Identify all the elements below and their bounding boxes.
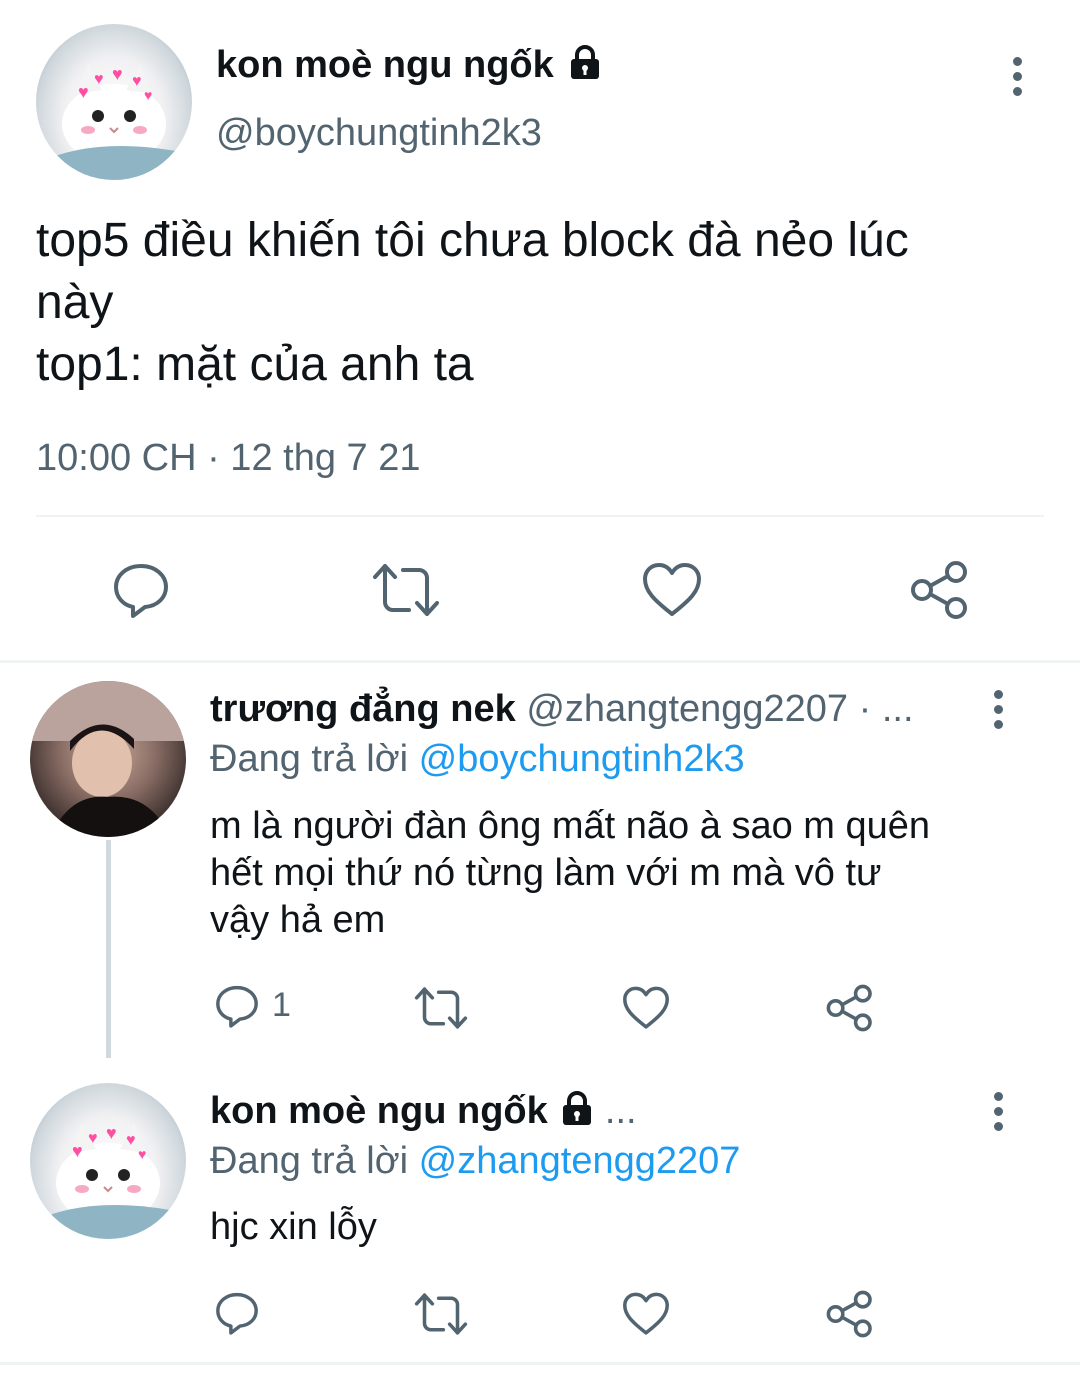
divider [0,1362,1080,1365]
svg-text:♥: ♥ [106,1123,117,1143]
reply1-display-name[interactable]: trương đẳng nek [210,688,516,730]
svg-text:♥: ♥ [138,1146,146,1162]
cat-avatar-icon: ♥ ♥ ♥ ♥ ♥ [36,64,192,180]
svg-text:♥: ♥ [94,71,104,88]
svg-text:♥: ♥ [88,1130,98,1147]
svg-text:♥: ♥ [144,87,152,103]
reply1-more-options-icon[interactable] [991,690,1005,735]
reply2-text: hjc xin lỗy [210,1206,377,1248]
more-options-icon[interactable] [1010,57,1024,102]
reply2-header: kon moè ngu ngốk ... [210,1090,637,1132]
reply1-replying-to: Đang trả lời @boychungtinh2k3 [210,738,745,780]
reply2-mention-link[interactable]: @zhangtengg2207 [419,1140,741,1182]
reply1-reply-count: 1 [272,986,291,1024]
cat-avatar-icon: ♥ ♥ ♥ ♥ ♥ [30,1123,186,1239]
person-avatar-icon [30,681,186,837]
share-icon[interactable] [826,1290,874,1338]
reply1-mention-link[interactable]: @boychungtinh2k3 [419,738,745,780]
svg-text:♥: ♥ [132,73,142,90]
reply2-more-options-icon[interactable] [991,1092,1005,1137]
lock-icon [571,45,600,79]
lock-icon [563,1091,592,1125]
like-icon[interactable] [622,1292,670,1336]
thread-line [106,840,111,1058]
main-avatar[interactable]: ♥ ♥ ♥ ♥ ♥ [36,24,192,180]
reply1-avatar[interactable] [30,681,186,837]
svg-text:♥: ♥ [78,82,89,102]
like-icon[interactable] [622,986,670,1030]
svg-text:♥: ♥ [126,1132,136,1149]
divider [0,660,1080,663]
reply-icon[interactable] [214,983,260,1029]
reply1-text: m là người đàn ông mất não à sao m quên … [210,805,931,941]
main-handle[interactable]: @boychungtinh2k3 [216,112,542,155]
divider [36,515,1044,517]
reply2-replying-to: Đang trả lời @zhangtengg2207 [210,1140,741,1182]
reply1-header: trương đẳng nek @zhangtengg2207 · ... [210,688,914,731]
reply-icon[interactable] [214,1290,260,1336]
main-display-name[interactable]: kon moè ngu ngốk [216,44,602,87]
like-icon[interactable] [642,562,702,618]
retweet-icon[interactable] [373,562,439,618]
reply1-handle[interactable]: @zhangtengg2207 · ... [526,688,913,730]
share-icon[interactable] [910,560,970,620]
retweet-icon[interactable] [414,1292,468,1336]
retweet-icon[interactable] [414,986,468,1030]
reply2-display-name[interactable]: kon moè ngu ngốk [210,1090,548,1132]
svg-text:♥: ♥ [112,64,123,84]
reply-icon[interactable] [111,560,171,620]
main-timestamp[interactable]: 10:00 CH · 12 thg 7 21 [36,437,420,480]
reply2-avatar[interactable]: ♥ ♥ ♥ ♥ ♥ [30,1083,186,1239]
main-tweet-text: top5 điều khiến tôi chưa block đà nẻo lú… [36,214,909,391]
svg-text:♥: ♥ [72,1141,83,1161]
share-icon[interactable] [826,984,874,1032]
